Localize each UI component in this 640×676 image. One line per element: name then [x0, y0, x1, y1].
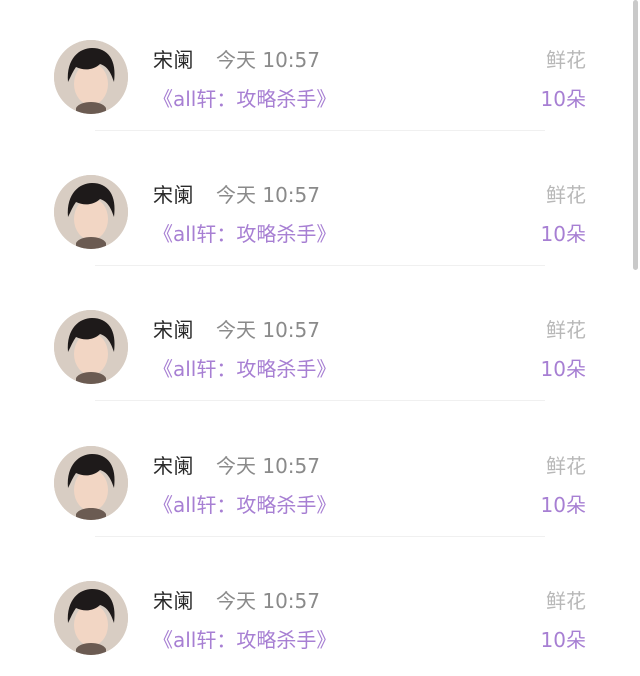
gift-count: 10朵: [540, 222, 586, 246]
gift-type-label: 鲜花: [546, 318, 586, 342]
avatar[interactable]: [54, 175, 128, 249]
gift-type-label: 鲜花: [546, 183, 586, 207]
list-item[interactable]: 宋阑 今天 10:57 《all轩：攻略杀手》 鲜花 10朵: [0, 406, 640, 541]
book-title-link[interactable]: 《all轩：攻略杀手》: [153, 353, 336, 382]
timestamp: 今天 10:57: [216, 589, 320, 613]
divider: [95, 265, 545, 266]
gift-count: 10朵: [540, 493, 586, 517]
divider: [95, 400, 545, 401]
gift-type-label: 鲜花: [546, 589, 586, 613]
avatar[interactable]: [54, 446, 128, 520]
list-item[interactable]: 宋阑 今天 10:57 《all轩：攻略杀手》 鲜花 10朵: [0, 0, 640, 135]
avatar[interactable]: [54, 581, 128, 655]
author-name: 宋阑: [153, 318, 194, 342]
author-name: 宋阑: [153, 589, 194, 613]
author-name: 宋阑: [153, 454, 194, 478]
author-name: 宋阑: [153, 183, 194, 207]
avatar[interactable]: [54, 310, 128, 384]
list-item[interactable]: 宋阑 今天 10:57 《all轩：攻略杀手》 鲜花 10朵: [0, 135, 640, 270]
gift-record-list: 宋阑 今天 10:57 《all轩：攻略杀手》 鲜花 10朵 宋阑 今天 10:…: [0, 0, 640, 670]
book-title-link[interactable]: 《all轩：攻略杀手》: [153, 83, 336, 112]
book-title-link[interactable]: 《all轩：攻略杀手》: [153, 489, 336, 518]
gift-count: 10朵: [540, 357, 586, 381]
timestamp: 今天 10:57: [216, 183, 320, 207]
timestamp: 今天 10:57: [216, 454, 320, 478]
book-title-link[interactable]: 《all轩：攻略杀手》: [153, 624, 336, 653]
divider: [95, 536, 545, 537]
avatar[interactable]: [54, 40, 128, 114]
list-item[interactable]: 宋阑 今天 10:57 《all轩：攻略杀手》 鲜花 10朵: [0, 541, 640, 676]
timestamp: 今天 10:57: [216, 318, 320, 342]
timestamp: 今天 10:57: [216, 48, 320, 72]
author-name: 宋阑: [153, 48, 194, 72]
divider: [95, 130, 545, 131]
scrollbar[interactable]: [633, 0, 638, 270]
list-item[interactable]: 宋阑 今天 10:57 《all轩：攻略杀手》 鲜花 10朵: [0, 270, 640, 405]
gift-type-label: 鲜花: [546, 454, 586, 478]
book-title-link[interactable]: 《all轩：攻略杀手》: [153, 218, 336, 247]
gift-count: 10朵: [540, 628, 586, 652]
gift-type-label: 鲜花: [546, 48, 586, 72]
gift-count: 10朵: [540, 87, 586, 111]
